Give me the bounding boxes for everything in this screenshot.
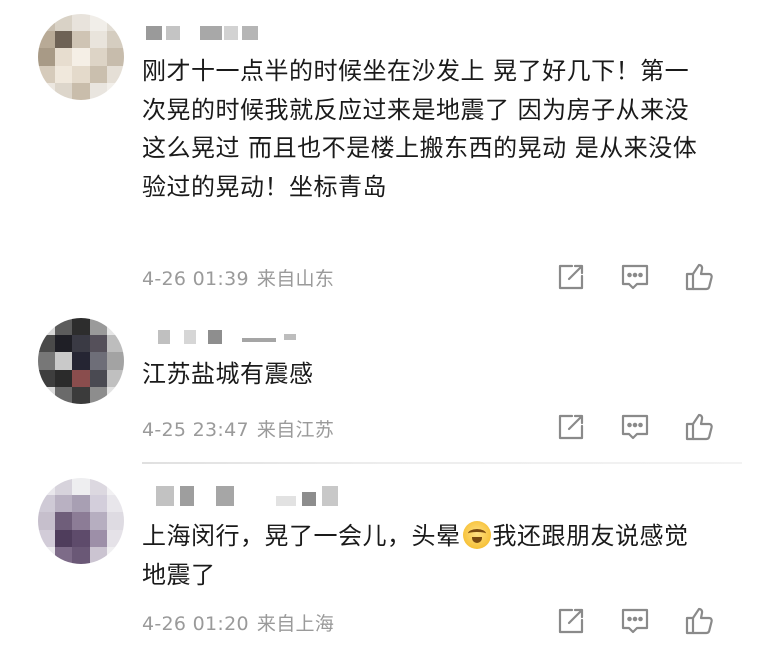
comment-text: 上海闵行，晃了一会儿，头晕 我还跟朋友说感觉地震了 [142,517,702,594]
comment-meta: 4-26 01:39 来自山东 [142,264,334,291]
like-icon[interactable] [683,411,715,443]
like-icon[interactable] [683,261,715,293]
avatar[interactable] [38,318,124,404]
comment-time: 4-26 01:20 [142,613,249,635]
reply-icon[interactable] [619,411,651,443]
comment-text: 江苏盐城有震感 [142,360,314,388]
share-icon[interactable] [555,261,587,293]
reply-icon[interactable] [619,261,651,293]
reply-icon[interactable] [619,605,651,637]
comment-location: 来自江苏 [256,419,335,441]
avatar[interactable] [38,478,124,564]
comment-text-part: 上海闵行，晃了一会儿，头晕 [142,522,461,550]
share-icon[interactable] [555,411,587,443]
crying-laughing-emoji-icon [462,521,491,549]
share-icon[interactable] [555,605,587,637]
comment-meta: 4-26 01:20 来自上海 [142,609,334,636]
comment-meta: 4-25 23:47 来自江苏 [142,415,334,442]
like-icon[interactable] [683,605,715,637]
comment-location: 来自山东 [256,268,335,290]
comment-divider [142,462,742,464]
comment-time: 4-26 01:39 [142,268,249,290]
comment-actions [555,261,725,293]
comment-text: 刚才十一点半的时候坐在沙发上 晃了好几下！第一次晃的时候我就反应过来是地震了 因… [142,57,698,201]
comment-location: 来自上海 [256,613,335,635]
comment-actions [555,411,725,443]
comment-time: 4-25 23:47 [142,419,249,441]
avatar[interactable] [38,14,124,100]
comment-actions [555,605,725,637]
